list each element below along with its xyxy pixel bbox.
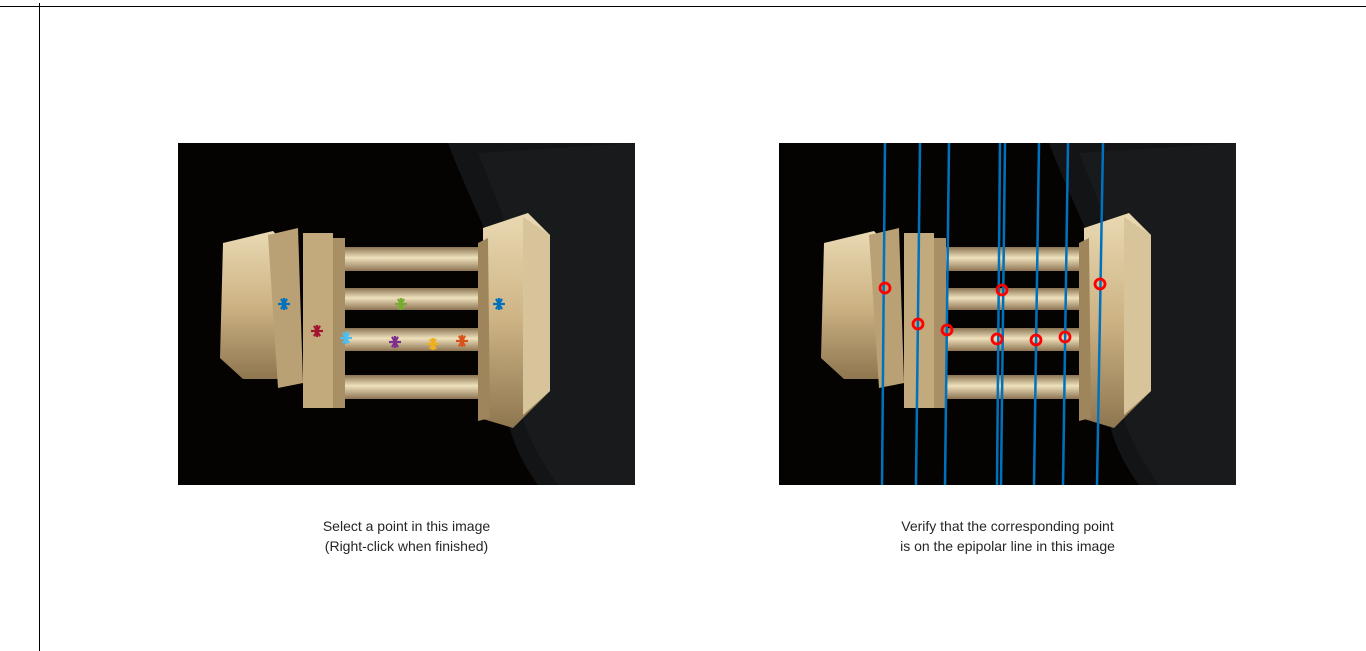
figure-corner-notch <box>39 0 40 3</box>
left-caption-line2: (Right-click when finished) <box>324 538 489 554</box>
right-image-canvas[interactable] <box>779 143 1236 485</box>
left-photo <box>178 143 635 485</box>
left-caption-line1: Select a point in this image <box>322 518 491 534</box>
right-photo <box>779 143 1236 485</box>
figure-left-border <box>39 0 40 651</box>
figure-top-border <box>0 6 1366 7</box>
left-caption: Select a point in this image (Right-clic… <box>178 516 635 556</box>
left-image-axes[interactable] <box>178 143 635 485</box>
right-caption-line2: is on the epipolar line in this image <box>900 538 1115 554</box>
right-caption: Verify that the corresponding point is o… <box>779 516 1236 556</box>
right-caption-line1: Verify that the corresponding point <box>901 518 1114 534</box>
right-image-axes[interactable] <box>779 143 1236 485</box>
left-image-canvas[interactable] <box>178 143 635 485</box>
